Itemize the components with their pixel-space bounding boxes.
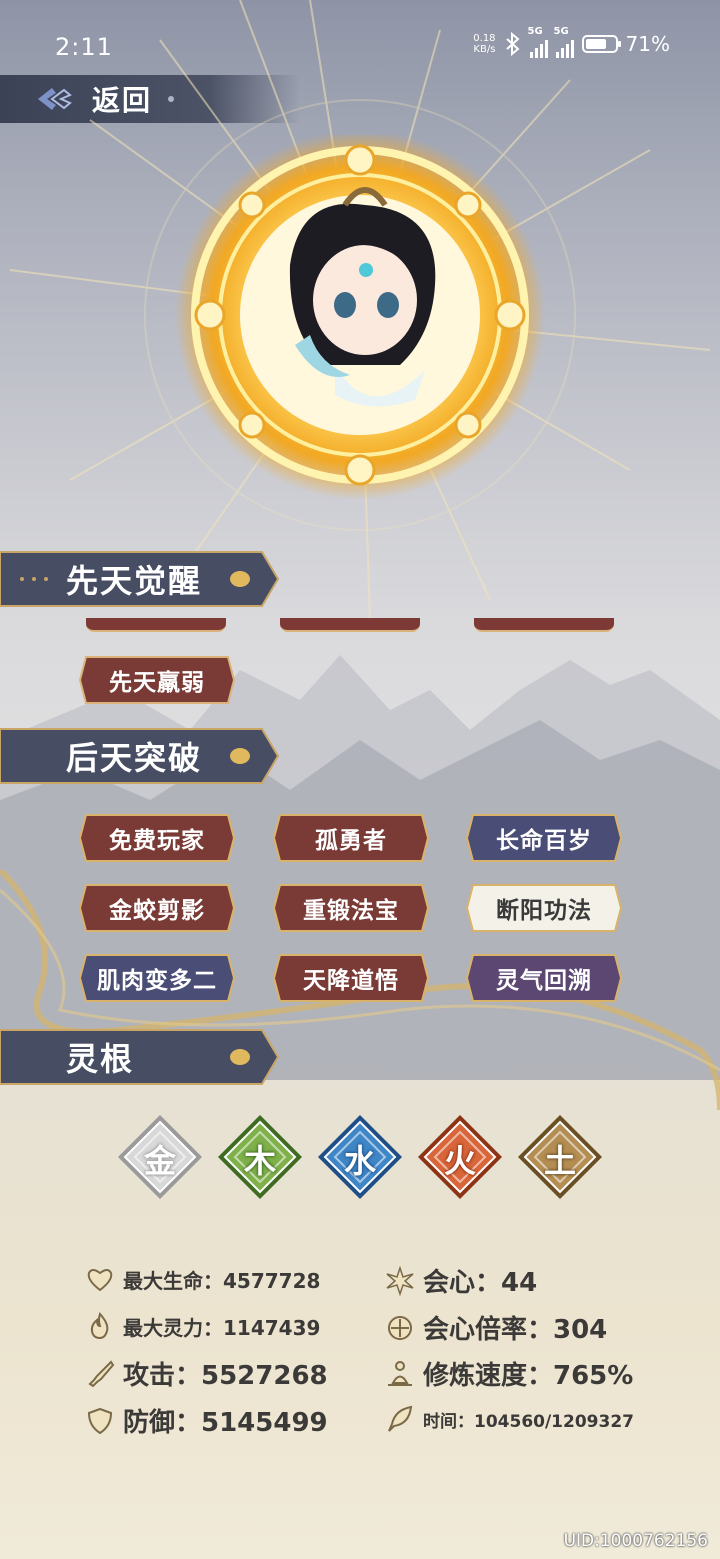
shield-icon (87, 1407, 113, 1434)
stat-max-mp: 最大灵力：1147439 (85, 1311, 320, 1341)
element-icon[interactable]: 木 (215, 1112, 305, 1202)
sword-icon (88, 1359, 115, 1387)
acquired-tag[interactable]: 天降道悟 (272, 953, 430, 1003)
flame-icon (90, 1312, 109, 1340)
element-icon[interactable]: 金 (115, 1112, 205, 1202)
acquired-tag[interactable]: 灵气回溯 (465, 953, 623, 1003)
acquired-tag[interactable]: 金蛟剪影 (78, 883, 236, 933)
section-header-spirit-root: 灵根 (0, 1028, 280, 1086)
acquired-tag[interactable]: 孤勇者 (272, 813, 430, 863)
character-emblem (175, 135, 545, 500)
element-icon[interactable]: 水 (315, 1112, 405, 1202)
stat-time: 时间：104560/1209327 (385, 1404, 634, 1434)
tag-cutoff (474, 618, 614, 632)
section-title-acquired: 后天突破 (66, 739, 203, 777)
meditation-icon (388, 1360, 412, 1386)
tag-cutoff (86, 618, 226, 632)
stat-cultivate-speed: 修炼速度：765% (385, 1355, 633, 1392)
section-title-innate: 先天觉醒 (66, 562, 203, 600)
tag-cutoff (280, 618, 420, 632)
element-icon[interactable]: 火 (415, 1112, 505, 1202)
acquired-tag[interactable]: 免费玩家 (78, 813, 236, 863)
acquired-tag[interactable]: 肌肉变多二 (78, 953, 236, 1003)
section-title-spirit-root: 灵根 (66, 1040, 135, 1078)
stat-attack: 攻击：5527268 (85, 1355, 328, 1392)
acquired-tag[interactable]: 断阳功法 (465, 883, 623, 933)
burst-icon (386, 1265, 414, 1296)
stat-crit: 会心：44 (385, 1262, 537, 1299)
stat-max-hp: 最大生命：4577728 (85, 1264, 320, 1294)
stat-defense: 防御：5145499 (85, 1402, 328, 1439)
heart-icon (87, 1269, 113, 1292)
section-header-innate: 先天觉醒 (0, 550, 280, 608)
crit-rate-icon (388, 1315, 412, 1340)
section-header-acquired: 后天突破 (0, 727, 280, 785)
element-icon[interactable]: 土 (515, 1112, 605, 1202)
acquired-tag[interactable]: 重锻法宝 (272, 883, 430, 933)
innate-tag[interactable]: 先天羸弱 (78, 655, 236, 705)
stat-crit-rate: 会心倍率：304 (385, 1309, 607, 1346)
acquired-tag[interactable]: 长命百岁 (465, 813, 623, 863)
uid-label: UID:1000762156 (563, 1531, 708, 1551)
feather-icon (388, 1405, 413, 1432)
